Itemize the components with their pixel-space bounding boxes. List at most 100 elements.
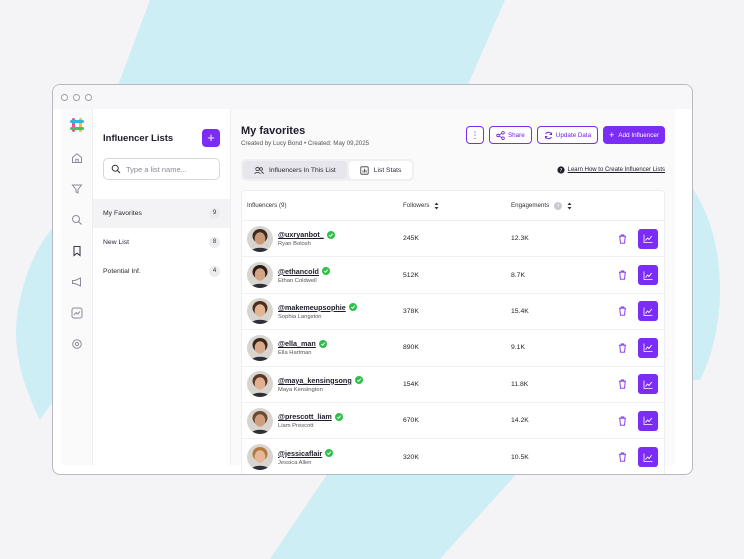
influencer-handle[interactable]: @jessicaflair — [278, 449, 334, 458]
delete-icon[interactable] — [617, 270, 627, 280]
chart-icon — [643, 380, 653, 389]
verified-icon — [325, 449, 334, 458]
filter-icon[interactable] — [70, 182, 84, 196]
tab-list-stats[interactable]: List Stats — [348, 161, 413, 179]
search-icon[interactable] — [70, 213, 84, 227]
list-search — [103, 158, 220, 180]
handle-text: @ethancold — [278, 266, 319, 276]
engagements-value: 15.4K — [511, 307, 529, 315]
analytics-button[interactable] — [638, 337, 658, 358]
bookmark-icon[interactable] — [70, 244, 84, 258]
more-options-button[interactable]: ⋮ — [465, 126, 484, 144]
stats-icon — [360, 165, 369, 175]
learn-link[interactable]: ? Learn How to Create Influencer Lists — [557, 166, 665, 174]
add-influencer-button[interactable]: + Add Influencer — [603, 126, 665, 144]
table-row: @ella_man Ella Hartman 890K 9.1K — [242, 330, 664, 367]
delete-icon[interactable] — [617, 452, 627, 462]
followers-value: 320K — [403, 453, 419, 461]
influencer-name: Maya Kensington — [278, 386, 323, 393]
brand-logo-icon[interactable] — [69, 117, 85, 133]
analytics-button[interactable] — [638, 301, 658, 322]
megaphone-icon[interactable] — [70, 275, 84, 289]
verified-icon — [334, 412, 343, 421]
window-dot[interactable] — [85, 93, 92, 101]
influencer-handle[interactable]: @makemeupsophie — [278, 303, 357, 312]
trend-icon[interactable] — [70, 306, 84, 320]
avatar — [247, 262, 273, 289]
delete-icon[interactable] — [617, 306, 627, 317]
analytics-button[interactable] — [638, 374, 658, 395]
handle-text: @maya_kensingsong — [278, 375, 352, 385]
verified-icon — [354, 376, 363, 385]
influencer-name: Jessica Allen — [278, 459, 312, 466]
influencer-handle[interactable]: @uxryanbot_ — [278, 230, 335, 239]
header-followers[interactable]: Followers — [403, 202, 511, 210]
header-label: Followers — [403, 202, 430, 209]
analytics-button[interactable] — [638, 410, 658, 431]
chart-icon — [643, 453, 653, 462]
lists-title: Influencer Lists — [103, 132, 174, 144]
home-icon[interactable] — [70, 151, 84, 165]
info-icon[interactable]: i — [554, 201, 563, 210]
list-item-potential[interactable]: Potential Inf. 4 — [93, 257, 230, 286]
analytics-button[interactable] — [638, 447, 658, 468]
window-dot[interactable] — [73, 93, 80, 101]
delete-icon[interactable] — [617, 234, 627, 244]
influencer-name: Ethan Coldwell — [278, 277, 317, 284]
tab-label: Influencers In This List — [269, 166, 336, 174]
influencer-handle[interactable]: @ethancold — [278, 267, 330, 276]
list-search-input[interactable] — [126, 164, 214, 174]
icon-rail — [61, 109, 93, 465]
avatar — [247, 298, 273, 325]
share-icon — [496, 130, 505, 140]
share-button[interactable]: Share — [488, 126, 532, 144]
list-item-my-favorites[interactable]: My Favorites 9 — [93, 199, 230, 228]
table-row: @uxryanbot_ Ryan Bolosh 245K 12.3K — [242, 221, 664, 258]
verified-icon — [318, 339, 327, 348]
delete-icon[interactable] — [617, 416, 627, 426]
list-count-badge: 8 — [209, 237, 220, 248]
table-row: @maya_kensingsong Maya Kensington 154K 1… — [242, 367, 664, 403]
add-list-button[interactable]: + — [202, 129, 220, 147]
chart-icon — [643, 343, 653, 353]
delete-icon[interactable] — [617, 343, 627, 353]
share-label: Share — [507, 131, 525, 139]
settings-icon[interactable] — [70, 337, 84, 351]
followers-value: 512K — [403, 271, 419, 279]
window-dot[interactable] — [61, 93, 68, 101]
influencer-handle[interactable]: @prescott_liam — [278, 412, 343, 421]
delete-icon[interactable] — [617, 379, 627, 389]
influencer-handle[interactable]: @ella_man — [278, 339, 327, 348]
search-icon — [111, 164, 121, 174]
app: Influencer Lists + My Favorites 9 New Li… — [61, 109, 675, 474]
header-influencers: Influencers (9) — [247, 202, 287, 209]
avatar — [247, 444, 273, 471]
analytics-button[interactable] — [638, 265, 658, 286]
list-item-new-list[interactable]: New List 8 — [93, 228, 230, 257]
sort-icon[interactable] — [434, 202, 439, 210]
list-item-label: Potential Inf. — [103, 268, 141, 275]
verified-icon — [326, 230, 335, 239]
header-engagements[interactable]: Engagements i — [511, 201, 611, 210]
followers-value: 890K — [403, 344, 419, 352]
window-titlebar — [53, 85, 692, 109]
update-data-button[interactable]: Update Data — [536, 126, 599, 144]
tab-label: List Stats — [373, 166, 402, 174]
analytics-button[interactable] — [638, 228, 658, 249]
refresh-icon — [544, 131, 552, 139]
engagements-value: 12.3K — [511, 235, 529, 243]
list-count-badge: 9 — [209, 208, 220, 219]
avatar — [247, 371, 273, 398]
table-row: @prescott_liam Liam Prescott 670K 14.2K — [242, 403, 664, 440]
influencer-name: Ryan Bolosh — [278, 241, 311, 248]
table-header: Influencers (9) Followers Engagements i — [242, 191, 664, 221]
plus-icon: + — [609, 130, 615, 140]
chart-icon — [643, 307, 653, 316]
sort-icon[interactable] — [567, 202, 572, 210]
chart-icon — [643, 416, 653, 426]
verified-icon — [348, 303, 357, 312]
influencer-handle[interactable]: @maya_kensingsong — [278, 376, 363, 385]
tab-influencers[interactable]: Influencers In This List — [243, 161, 347, 179]
handle-text: @uxryanbot_ — [278, 230, 324, 240]
engagements-value: 8.7K — [511, 271, 525, 279]
